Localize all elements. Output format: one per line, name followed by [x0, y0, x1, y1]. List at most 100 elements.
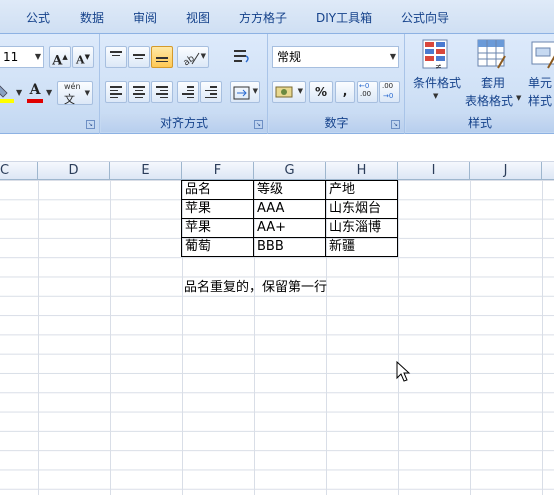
tab-fangfang[interactable]: 方方格子	[239, 9, 287, 26]
column-header-g[interactable]: G	[254, 162, 326, 180]
chevron-down-icon: ▼	[84, 89, 90, 97]
ribbon-tab-bar: 公式 数据 审阅 视图 方方格子 DIY工具箱 公式向导	[0, 0, 554, 34]
column-header-j[interactable]: J	[470, 162, 542, 180]
align-top-button[interactable]	[105, 46, 127, 68]
phonetic-button[interactable]: wén 文 ▼	[57, 81, 93, 106]
number-format-value: 常规	[277, 50, 302, 64]
tab-review[interactable]: 审阅	[133, 9, 157, 26]
cell-h3[interactable]: 山东淄博	[326, 218, 397, 237]
percent-icon: %	[314, 85, 328, 99]
shrink-font-button[interactable]: A▼	[72, 46, 94, 68]
chevron-down-icon: ▼	[297, 87, 303, 95]
chevron-down-icon[interactable]: ▼	[516, 94, 521, 102]
align-right-button[interactable]	[151, 81, 173, 103]
fill-color-button[interactable]	[0, 82, 16, 104]
worksheet-grid[interactable]: 品名 等级 产地 苹果 AAA 山东烟台 苹果 AA+ 山东淄博 葡萄 BBB …	[0, 180, 554, 495]
decrease-decimal-icon: .00	[382, 82, 394, 90]
cell-h1[interactable]: 产地	[326, 180, 397, 199]
text-orientation-icon: ab	[182, 52, 200, 68]
align-middle-button[interactable]	[128, 46, 150, 68]
dialog-launcher-icon[interactable]: ↘	[254, 120, 263, 129]
paint-bucket-icon	[0, 85, 14, 103]
comma-icon: ,	[342, 84, 348, 98]
cell-h2[interactable]: 山东烟台	[326, 199, 397, 218]
alignment-group-label: 对齐方式	[101, 114, 267, 132]
column-header-e[interactable]: E	[110, 162, 182, 180]
instruction-note: 品名重复的，保留第一行	[184, 280, 328, 295]
cell-style-icon	[531, 41, 554, 69]
formula-bar[interactable]	[0, 135, 554, 162]
tab-diy-toolbox[interactable]: DIY工具箱	[316, 9, 372, 26]
align-center-button[interactable]	[128, 81, 150, 103]
column-header-h[interactable]: H	[326, 162, 398, 180]
gridline	[38, 180, 39, 495]
cell-style-label-bottom[interactable]: 样式	[528, 92, 552, 109]
tab-formulas[interactable]: 公式	[26, 9, 50, 26]
grow-font-button[interactable]: A▲	[49, 46, 71, 68]
chevron-down-icon[interactable]: ▼	[433, 92, 438, 100]
svg-text:≠: ≠	[435, 62, 442, 71]
align-left-icon	[110, 86, 122, 100]
comma-style-button[interactable]: ,	[335, 81, 355, 103]
currency-format-button[interactable]: ▼	[272, 81, 306, 103]
font-color-bar	[27, 99, 43, 103]
decrease-decimal-button[interactable]: .00 →0	[379, 81, 400, 103]
chevron-down-icon[interactable]: ▼	[46, 88, 52, 97]
gridline	[542, 180, 543, 495]
cell-f3[interactable]: 苹果	[182, 218, 253, 237]
increase-decimal-icon: .00	[360, 90, 372, 98]
cell-g4[interactable]: BBB	[254, 237, 325, 256]
number-group: 常规 ▼ ▼ % , .00 ←0 .00 →0 数字 ↘	[269, 34, 405, 134]
column-header-f[interactable]: F	[182, 162, 254, 180]
merge-center-button[interactable]: ▼	[230, 81, 260, 103]
align-left-button[interactable]	[105, 81, 127, 103]
wrap-text-icon	[234, 50, 249, 63]
align-bottom-button[interactable]	[151, 46, 173, 68]
conditional-format-label[interactable]: 条件格式	[413, 74, 461, 91]
table-format-label-bottom[interactable]: 表格格式	[465, 92, 513, 109]
dialog-launcher-icon[interactable]: ↘	[391, 120, 400, 129]
column-header-row: C D E F G H I J	[0, 162, 554, 180]
font-color-button[interactable]: A	[25, 82, 45, 104]
alignment-group: ab ▼ ▼ 对齐方式 ↘	[101, 34, 268, 134]
cell-f1[interactable]: 品名	[182, 180, 253, 199]
cell-style-label-top[interactable]: 单元	[528, 74, 552, 91]
cell-g3[interactable]: AA+	[254, 218, 325, 237]
cell-g2[interactable]: AAA	[254, 199, 325, 218]
cell-f2[interactable]: 苹果	[182, 199, 253, 218]
align-bottom-icon	[156, 57, 168, 64]
increase-indent-icon	[205, 86, 217, 100]
cell-g1[interactable]: 等级	[254, 180, 325, 199]
tab-data[interactable]: 数据	[80, 9, 104, 26]
align-right-icon	[156, 86, 168, 100]
tab-formula-wizard[interactable]: 公式向导	[401, 9, 449, 26]
wrap-text-button[interactable]	[232, 46, 252, 68]
arrow-right-icon: →0	[383, 92, 394, 100]
column-header-i[interactable]: I	[398, 162, 470, 180]
ribbon: 11 ▼ A▲ A▼ ▼ A ▼ wén 文 ▼ ↘ ab ▼ ▼ 对齐方式 ↘…	[0, 34, 554, 134]
cell-style-button[interactable]	[530, 38, 554, 72]
cell-h4[interactable]: 新疆	[326, 237, 397, 256]
font-color-icon: A	[29, 82, 41, 98]
number-format-select[interactable]: 常规 ▼	[272, 46, 399, 68]
font-size-select[interactable]: 11 ▼	[0, 46, 44, 68]
font-size-value: 11	[3, 50, 19, 64]
tab-view[interactable]: 视图	[186, 9, 210, 26]
chevron-down-icon[interactable]: ▼	[16, 88, 22, 97]
column-header-c[interactable]: C	[0, 162, 38, 180]
increase-decimal-button[interactable]: .00 ←0	[357, 81, 378, 103]
styles-group: ≠ 条件格式 ▼ 套用 表格格式 ▼ 单元 样式 样式	[406, 34, 554, 134]
table-format-button[interactable]	[476, 38, 510, 72]
dialog-launcher-icon[interactable]: ↘	[86, 120, 95, 129]
percent-button[interactable]: %	[309, 81, 333, 103]
chevron-down-icon: ▼	[389, 52, 396, 61]
increase-indent-button[interactable]	[200, 81, 222, 103]
decrease-indent-button[interactable]	[177, 81, 199, 103]
column-header-d[interactable]: D	[38, 162, 110, 180]
cell-f4[interactable]: 葡萄	[182, 237, 253, 256]
table-format-label-top[interactable]: 套用	[481, 74, 505, 91]
table-format-icon	[477, 39, 506, 69]
orientation-button[interactable]: ab ▼	[177, 46, 209, 68]
mouse-pointer-icon	[396, 361, 411, 382]
styles-group-label: 样式	[406, 114, 554, 132]
